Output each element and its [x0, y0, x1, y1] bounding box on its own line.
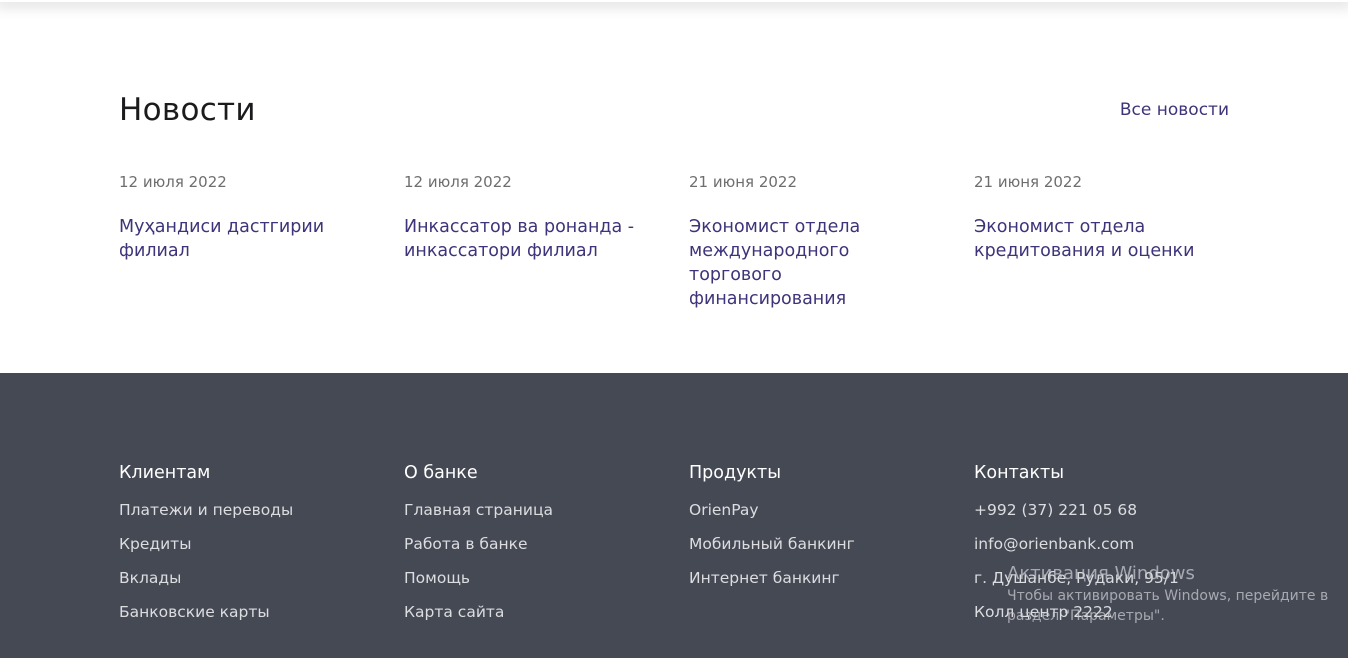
footer-link[interactable]: Интернет банкинг: [689, 567, 949, 589]
news-item: 12 июля 2022 Муҳандиси дастгирии филиал: [119, 171, 369, 263]
news-title-link[interactable]: Инкассатор ва ронанда - инкассатори фили…: [404, 215, 654, 263]
footer-column-title: О банке: [404, 463, 478, 483]
news-item: 21 июня 2022 Экономист отдела международ…: [689, 171, 939, 311]
footer-link[interactable]: Работа в банке: [404, 533, 664, 555]
footer-column-contacts: Контакты +992 (37) 221 05 68 info@orienb…: [974, 461, 1234, 635]
news-title-link[interactable]: Экономист отдела международного торговог…: [689, 215, 939, 311]
footer-link[interactable]: Платежи и переводы: [119, 499, 379, 521]
footer: Клиентам Платежи и переводы Кредиты Вкла…: [0, 373, 1348, 658]
footer-column-clients: Клиентам Платежи и переводы Кредиты Вкла…: [119, 461, 379, 635]
contact-email-link[interactable]: info@orienbank.com: [974, 533, 1234, 555]
footer-link[interactable]: Банковские карты: [119, 601, 379, 623]
news-section: Новости Все новости 12 июля 2022 Муҳанди…: [0, 0, 1348, 373]
footer-column-products: Продукты OrienPay Мобильный банкинг Инте…: [689, 461, 949, 601]
footer-link[interactable]: Помощь: [404, 567, 664, 589]
contact-address: г. Душанбе, Рудаки, 95/1: [974, 569, 1179, 587]
contact-call-center: Колл центр 2222: [974, 603, 1113, 621]
all-news-link[interactable]: Все новости: [1120, 98, 1229, 122]
news-date: 21 июня 2022: [974, 173, 1083, 191]
news-item: 21 июня 2022 Экономист отдела кредитован…: [974, 171, 1224, 263]
news-date: 12 июля 2022: [119, 173, 227, 191]
footer-link[interactable]: Мобильный банкинг: [689, 533, 949, 555]
news-title-link[interactable]: Муҳандиси дастгирии филиал: [119, 215, 369, 263]
footer-column-title: Контакты: [974, 463, 1065, 483]
footer-column-title: Продукты: [689, 463, 782, 483]
news-title-link[interactable]: Экономист отдела кредитования и оценки: [974, 215, 1224, 263]
footer-link[interactable]: Карта сайта: [404, 601, 664, 623]
footer-link[interactable]: Кредиты: [119, 533, 379, 555]
footer-column-about: О банке Главная страница Работа в банке …: [404, 461, 664, 635]
footer-link[interactable]: OrienPay: [689, 499, 949, 521]
news-date: 12 июля 2022: [404, 173, 512, 191]
news-date: 21 июня 2022: [689, 173, 798, 191]
news-item: 12 июля 2022 Инкассатор ва ронанда - инк…: [404, 171, 654, 263]
footer-column-title: Клиентам: [119, 463, 211, 483]
footer-link[interactable]: Главная страница: [404, 499, 664, 521]
contact-phone-link[interactable]: +992 (37) 221 05 68: [974, 499, 1234, 521]
footer-link[interactable]: Вклады: [119, 567, 379, 589]
news-title: Новости: [119, 92, 256, 128]
